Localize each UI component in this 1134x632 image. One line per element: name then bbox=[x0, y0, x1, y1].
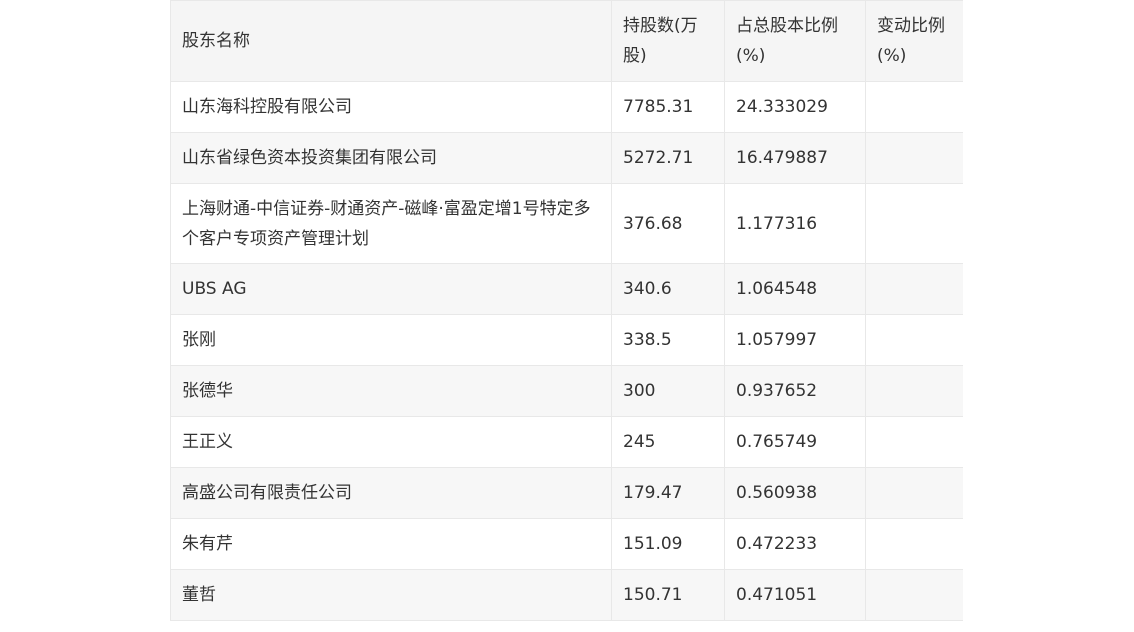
cell-name: 高盛公司有限责任公司 bbox=[170, 467, 612, 519]
cell-ratio: 1.057997 bbox=[724, 314, 866, 366]
table-row: 朱有芹 151.09 0.472233 bbox=[170, 518, 963, 570]
cell-shares: 245 bbox=[611, 416, 725, 468]
cell-shares: 338.5 bbox=[611, 314, 725, 366]
cell-name: 山东省绿色资本投资集团有限公司 bbox=[170, 132, 612, 184]
cell-shares: 5272.71 bbox=[611, 132, 725, 184]
table-row: 山东海科控股有限公司 7785.31 24.333029 bbox=[170, 81, 963, 133]
cell-shares: 151.09 bbox=[611, 518, 725, 570]
cell-shares: 7785.31 bbox=[611, 81, 725, 133]
header-shareholder-name: 股东名称 bbox=[170, 0, 612, 82]
cell-ratio: 24.333029 bbox=[724, 81, 866, 133]
shareholder-table: 股东名称 持股数(万股) 占总股本比例(%) 变动比例(%) 山东海科控股有限公… bbox=[170, 0, 963, 621]
cell-change bbox=[865, 365, 963, 417]
cell-change bbox=[865, 314, 963, 366]
cell-name: 山东海科控股有限公司 bbox=[170, 81, 612, 133]
cell-change bbox=[865, 467, 963, 519]
cell-shares: 300 bbox=[611, 365, 725, 417]
table-header-row: 股东名称 持股数(万股) 占总股本比例(%) 变动比例(%) bbox=[170, 0, 963, 82]
cell-ratio: 16.479887 bbox=[724, 132, 866, 184]
cell-change bbox=[865, 518, 963, 570]
cell-ratio: 0.471051 bbox=[724, 569, 866, 621]
cell-ratio: 0.472233 bbox=[724, 518, 866, 570]
cell-name: 张刚 bbox=[170, 314, 612, 366]
table-row: 董哲 150.71 0.471051 bbox=[170, 569, 963, 621]
cell-name: 张德华 bbox=[170, 365, 612, 417]
cell-shares: 150.71 bbox=[611, 569, 725, 621]
cell-shares: 179.47 bbox=[611, 467, 725, 519]
header-change: 变动比例(%) bbox=[865, 0, 963, 82]
cell-name: 王正义 bbox=[170, 416, 612, 468]
table-row: 山东省绿色资本投资集团有限公司 5272.71 16.479887 bbox=[170, 132, 963, 184]
cell-change bbox=[865, 81, 963, 133]
cell-name: 朱有芹 bbox=[170, 518, 612, 570]
cell-name: 董哲 bbox=[170, 569, 612, 621]
table-row: 张刚 338.5 1.057997 bbox=[170, 314, 963, 366]
header-shares: 持股数(万股) bbox=[611, 0, 725, 82]
cell-ratio: 0.937652 bbox=[724, 365, 866, 417]
table-row: 张德华 300 0.937652 bbox=[170, 365, 963, 417]
table-row: 上海财通-中信证券-财通资产-磁峰·富盈定增1号特定多个客户专项资产管理计划 3… bbox=[170, 183, 963, 264]
table-row: 高盛公司有限责任公司 179.47 0.560938 bbox=[170, 467, 963, 519]
cell-ratio: 1.177316 bbox=[724, 183, 866, 264]
table-row: 王正义 245 0.765749 bbox=[170, 416, 963, 468]
cell-change bbox=[865, 183, 963, 264]
cell-change bbox=[865, 263, 963, 315]
cell-shares: 340.6 bbox=[611, 263, 725, 315]
cell-shares: 376.68 bbox=[611, 183, 725, 264]
cell-ratio: 0.560938 bbox=[724, 467, 866, 519]
cell-ratio: 0.765749 bbox=[724, 416, 866, 468]
cell-change bbox=[865, 132, 963, 184]
table-row: UBS AG 340.6 1.064548 bbox=[170, 263, 963, 315]
cell-change bbox=[865, 416, 963, 468]
cell-name: UBS AG bbox=[170, 263, 612, 315]
header-ratio: 占总股本比例(%) bbox=[724, 0, 866, 82]
shareholder-table-container: 股东名称 持股数(万股) 占总股本比例(%) 变动比例(%) 山东海科控股有限公… bbox=[170, 0, 963, 632]
cell-change bbox=[865, 569, 963, 621]
cell-name: 上海财通-中信证券-财通资产-磁峰·富盈定增1号特定多个客户专项资产管理计划 bbox=[170, 183, 612, 264]
cell-ratio: 1.064548 bbox=[724, 263, 866, 315]
